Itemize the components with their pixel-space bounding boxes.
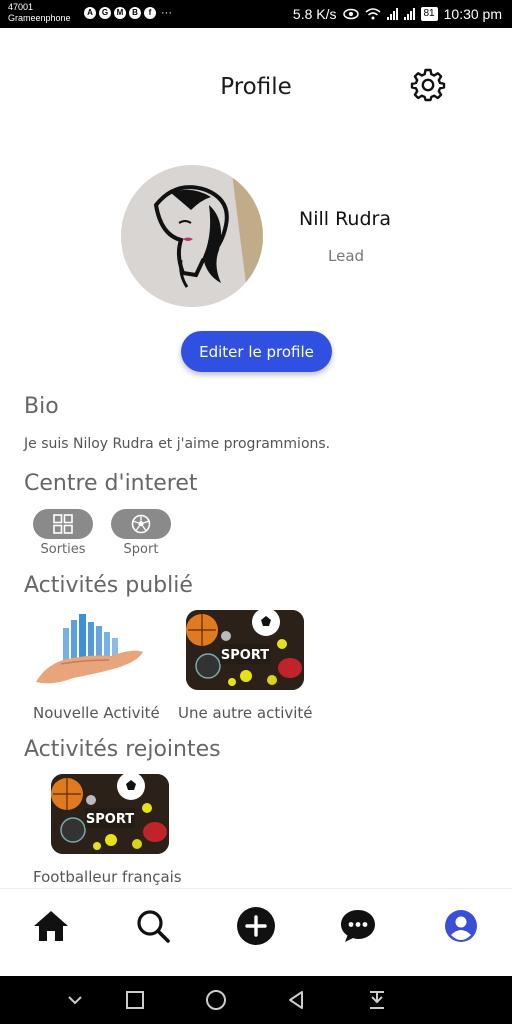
- nav-home[interactable]: [30, 905, 72, 947]
- notification-icon: f: [144, 7, 156, 19]
- avatar-image: [121, 165, 263, 307]
- status-bar: 47001 Grameenphone A G M B f ··· 5.8 K/s…: [0, 0, 512, 28]
- pull-down-icon: [370, 991, 384, 1009]
- wifi-icon: [365, 8, 380, 20]
- interest-chip-sport[interactable]: [111, 509, 171, 539]
- interest-label: Sport: [123, 542, 159, 557]
- notification-icon: A: [84, 7, 96, 19]
- signal-icon: [386, 8, 398, 20]
- edit-profile-button[interactable]: Editer le profile: [181, 331, 332, 372]
- back-button[interactable]: [284, 988, 308, 1012]
- circle-icon: [206, 990, 226, 1010]
- nav-profile[interactable]: [440, 905, 482, 947]
- activity-caption: Nouvelle Activité: [33, 704, 160, 722]
- carrier-code: 47001: [8, 2, 34, 12]
- home-icon: [34, 911, 68, 941]
- nav-add[interactable]: [235, 905, 277, 947]
- hide-nav-button[interactable]: [63, 988, 87, 1012]
- network-speed: 5.8 K/s: [292, 6, 337, 22]
- more-notifications-icon: ···: [161, 7, 172, 19]
- home-button[interactable]: [204, 988, 228, 1012]
- sport-image: SPORT: [186, 610, 304, 690]
- signal-icon: [403, 8, 415, 20]
- status-indicators: 5.8 K/s 81 10:30 pm: [293, 6, 502, 22]
- chat-icon: [341, 910, 375, 942]
- nav-chat[interactable]: [337, 905, 379, 947]
- sport-image-text: SPORT: [86, 812, 134, 827]
- soccer-ball-icon: [131, 514, 151, 534]
- triangle-back-icon: [289, 991, 303, 1009]
- activity-caption: Une autre activité: [178, 704, 313, 722]
- system-navigation-bar: [0, 976, 512, 1024]
- interest-chip-sorties[interactable]: [33, 509, 93, 539]
- sport-image: SPORT: [51, 774, 169, 854]
- activity-image: [33, 610, 151, 692]
- notification-icon: M: [114, 7, 126, 19]
- bio-text: Je suis Niloy Rudra et j'aime programmio…: [24, 436, 331, 452]
- interest-label: Sorties: [40, 542, 86, 557]
- notification-icons: A G M B f ···: [84, 7, 172, 19]
- joined-title: Activités rejointes: [24, 737, 221, 762]
- square-icon: [126, 991, 144, 1009]
- bio-title: Bio: [24, 394, 59, 419]
- carrier-info: 47001 Grameenphone: [8, 2, 71, 24]
- activity-card-footballeur[interactable]: SPORT: [51, 774, 169, 854]
- eye-icon: [342, 8, 359, 20]
- activity-card-nouvelle[interactable]: [33, 610, 151, 692]
- profile-name: Nill Rudra: [299, 208, 391, 230]
- profile-icon: [445, 910, 477, 942]
- recents-button[interactable]: [123, 988, 147, 1012]
- avatar[interactable]: [121, 165, 263, 307]
- grid-icon: [53, 514, 73, 534]
- nav-search[interactable]: [132, 905, 174, 947]
- notification-icon: G: [99, 7, 111, 19]
- add-icon: [237, 907, 275, 945]
- gear-icon: [410, 68, 446, 102]
- profile-role: Lead: [328, 247, 365, 265]
- sport-image-text: SPORT: [221, 648, 269, 663]
- activity-caption: Footballeur français: [33, 868, 182, 886]
- settings-button[interactable]: [410, 66, 446, 102]
- activity-card-autre[interactable]: SPORT: [186, 610, 304, 690]
- published-title: Activités publié: [24, 573, 193, 598]
- carrier-name: Grameenphone: [8, 13, 71, 23]
- notification-pull-button[interactable]: [365, 988, 389, 1012]
- battery-icon: 81: [420, 7, 438, 21]
- clock: 10:30 pm: [443, 6, 502, 22]
- notification-icon: B: [129, 7, 141, 19]
- chevron-down-icon: [68, 996, 82, 1005]
- interests-title: Centre d'interet: [24, 471, 198, 496]
- bottom-navigation: [0, 888, 512, 977]
- search-icon: [137, 910, 170, 943]
